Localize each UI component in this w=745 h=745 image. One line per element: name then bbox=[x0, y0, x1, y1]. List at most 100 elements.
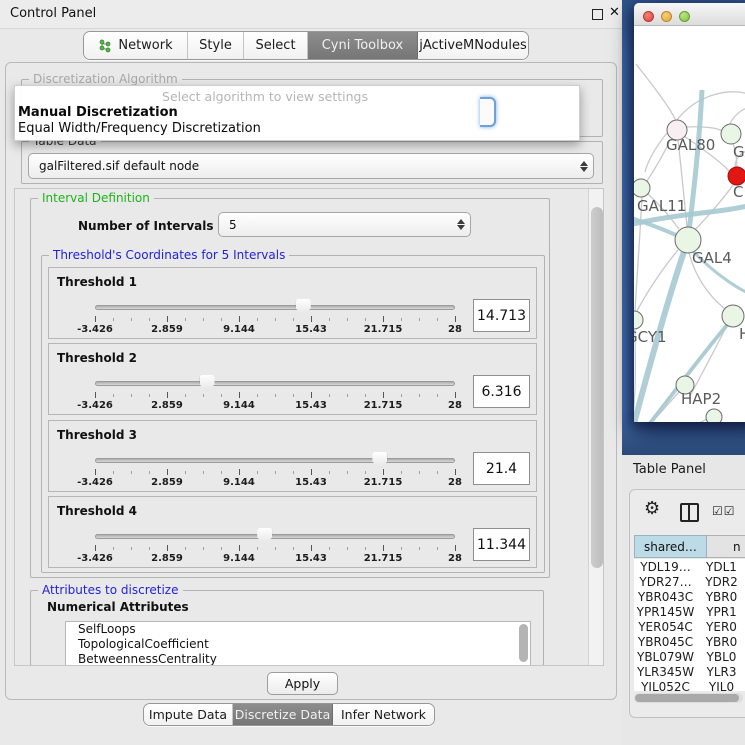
cyni-toolbox-panel: Discretization Algorithm Select algorith… bbox=[5, 62, 617, 700]
column-header-shared[interactable]: shared… bbox=[634, 535, 707, 558]
network-window-titlebar[interactable] bbox=[634, 3, 745, 26]
major-tick bbox=[455, 392, 456, 398]
table-data-combo-value: galFiltered.sif default node bbox=[29, 159, 575, 173]
threshold-3-slider[interactable]: -3.4262.8599.14415.4321.71528 bbox=[95, 451, 455, 491]
minor-tick bbox=[365, 547, 366, 550]
table-row[interactable]: YDR27…YDR2 bbox=[634, 574, 745, 589]
major-tick bbox=[239, 545, 240, 551]
table-header-row: shared… n bbox=[634, 535, 745, 558]
minor-tick bbox=[347, 547, 348, 550]
network-canvas[interactable]: GAL80GACGAL11GAL4GCY1HHAP2 bbox=[634, 26, 745, 422]
tab-impute-data[interactable]: Impute Data bbox=[144, 704, 233, 725]
attribute-list-item[interactable]: TopologicalCoefficient bbox=[66, 637, 530, 652]
node-GAL11[interactable] bbox=[634, 179, 650, 197]
slider-track[interactable] bbox=[95, 305, 455, 310]
threshold-2-slider[interactable]: -3.4262.8599.14415.4321.71528 bbox=[95, 374, 455, 414]
table-hscrollbar-thumb[interactable] bbox=[635, 694, 739, 702]
table-row[interactable]: YBR043CYBR0 bbox=[634, 589, 745, 604]
minor-tick bbox=[131, 318, 132, 321]
zoom-traffic-light-icon[interactable] bbox=[679, 11, 690, 22]
table-row[interactable]: YER054CYER0 bbox=[634, 619, 745, 634]
tab-cyni-toolbox[interactable]: Cyni Toolbox bbox=[308, 32, 418, 59]
apply-button[interactable]: Apply bbox=[267, 672, 338, 695]
network-edge bbox=[634, 419, 707, 422]
tab-discretize-data[interactable]: Discretize Data bbox=[233, 704, 333, 725]
major-tick bbox=[167, 316, 168, 322]
close-icon[interactable]: ✕ bbox=[609, 5, 620, 20]
tab-style[interactable]: Style bbox=[188, 32, 244, 59]
algorithm-option-equal-width[interactable]: Equal Width/Frequency Discretization bbox=[18, 121, 261, 136]
minor-tick bbox=[401, 471, 402, 474]
minor-tick bbox=[149, 471, 150, 474]
table-row[interactable]: YBL079WYBL0 bbox=[634, 649, 745, 664]
minor-tick bbox=[275, 471, 276, 474]
table-panel-title: Table Panel bbox=[633, 462, 706, 477]
threshold-3-value[interactable]: 21.4 bbox=[473, 452, 530, 485]
minor-tick bbox=[437, 318, 438, 321]
major-tick bbox=[239, 469, 240, 475]
node-GCY1[interactable] bbox=[634, 311, 643, 329]
slider-thumb[interactable] bbox=[296, 299, 311, 316]
threshold-4-slider[interactable]: -3.4262.8599.14415.4321.71528 bbox=[95, 527, 455, 567]
tab-jactivemnodules[interactable]: jActiveMNodules bbox=[418, 32, 528, 59]
table-row[interactable]: YLR345WYLR3 bbox=[634, 664, 745, 679]
threshold-2-value[interactable]: 6.316 bbox=[473, 375, 530, 408]
table-row[interactable]: YBR045CYBR0 bbox=[634, 634, 745, 649]
minor-tick bbox=[419, 394, 420, 397]
threshold-4-value[interactable]: 11.344 bbox=[473, 528, 530, 561]
slider-thumb[interactable] bbox=[257, 528, 272, 545]
gear-icon[interactable]: ⚙ bbox=[644, 500, 660, 518]
node-unlabeled[interactable] bbox=[706, 409, 722, 422]
table-rows: YDL19…YDL1YDR27…YDR2YBR043CYBR0YPR145WYP… bbox=[634, 559, 745, 691]
main-scrollbar-thumb[interactable] bbox=[591, 207, 603, 568]
threshold-1-value[interactable]: 14.713 bbox=[473, 299, 530, 332]
slider-track[interactable] bbox=[95, 458, 455, 463]
table-row[interactable]: YPR145WYPR1 bbox=[634, 604, 745, 619]
slider-thumb[interactable] bbox=[200, 375, 215, 392]
threshold-1-slider[interactable]: -3.4262.8599.14415.4321.71528 bbox=[95, 298, 455, 338]
minor-tick bbox=[185, 394, 186, 397]
minor-tick bbox=[113, 471, 114, 474]
attribute-list-item[interactable]: BetweennessCentrality bbox=[66, 652, 530, 666]
minor-tick bbox=[257, 547, 258, 550]
column-header-name[interactable]: n bbox=[707, 535, 745, 558]
algorithm-option-manual[interactable]: Manual Discretization bbox=[18, 105, 178, 120]
table-data-combo[interactable]: galFiltered.sif default node bbox=[28, 153, 594, 179]
table-row[interactable]: YDL19…YDL1 bbox=[634, 559, 745, 574]
node-label-GAL4: GAL4 bbox=[692, 249, 732, 267]
tab-infer-network[interactable]: Infer Network bbox=[333, 704, 434, 725]
minor-tick bbox=[221, 394, 222, 397]
minor-tick bbox=[113, 394, 114, 397]
close-traffic-light-icon[interactable] bbox=[643, 11, 654, 22]
main-scrollbar-track[interactable] bbox=[588, 189, 604, 666]
checkbox-icons[interactable]: ☑☑ bbox=[712, 504, 736, 518]
node-H[interactable] bbox=[722, 305, 744, 327]
table-hscrollbar[interactable] bbox=[634, 693, 743, 703]
split-columns-icon[interactable] bbox=[680, 503, 699, 522]
threshold-row-3: Threshold 3 -3.4262.8599.14415.4321.7152… bbox=[48, 420, 537, 492]
tab-select[interactable]: Select bbox=[244, 32, 308, 59]
major-tick bbox=[383, 545, 384, 551]
float-window-icon[interactable] bbox=[592, 9, 603, 20]
attribute-list-item[interactable]: SelfLoops bbox=[66, 622, 530, 637]
slider-track[interactable] bbox=[95, 534, 455, 539]
minor-tick bbox=[365, 394, 366, 397]
network-icon bbox=[98, 39, 112, 53]
node-GA[interactable] bbox=[721, 124, 741, 144]
numerical-attributes-list[interactable]: SelfLoopsTopologicalCoefficientBetweenne… bbox=[65, 621, 531, 666]
slider-track[interactable] bbox=[95, 381, 455, 386]
minor-tick bbox=[293, 547, 294, 550]
slider-thumb[interactable] bbox=[372, 452, 387, 469]
attributes-list-scrollbar[interactable] bbox=[519, 624, 528, 662]
network-edge bbox=[688, 90, 702, 240]
tick-label: 9.144 bbox=[214, 400, 264, 411]
minor-tick bbox=[257, 318, 258, 321]
minimize-traffic-light-icon[interactable] bbox=[661, 11, 672, 22]
minor-tick bbox=[275, 394, 276, 397]
cell-name: YIL0 bbox=[697, 680, 745, 692]
table-row[interactable]: YIL052CYIL0 bbox=[634, 679, 745, 691]
num-intervals-combo[interactable]: 5 bbox=[218, 212, 471, 237]
algorithm-combo-focus-ring[interactable] bbox=[480, 97, 496, 127]
table-data-group: Table Data galFiltered.sif default node bbox=[21, 141, 603, 184]
tab-network[interactable]: Network bbox=[84, 32, 188, 59]
